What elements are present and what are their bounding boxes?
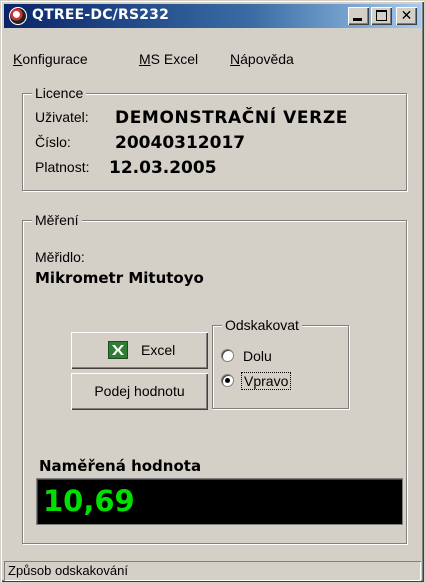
number-value: 20040312017 xyxy=(115,133,246,153)
licence-legend: Licence xyxy=(32,85,87,101)
jump-direction-legend: Odskakovat xyxy=(222,317,302,333)
status-bar: Způsob odskakování xyxy=(4,561,421,581)
measurement-legend: Měření xyxy=(32,212,82,228)
user-label: Uživatel: xyxy=(35,109,89,125)
minimize-icon xyxy=(353,18,362,21)
menu-bar: Konfigurace MS Excel Nápověda xyxy=(4,51,421,73)
menu-konfigurace[interactable]: Konfigurace xyxy=(13,51,88,67)
radio-vpravo-circle[interactable] xyxy=(221,374,234,387)
measured-value-display: 10,69 xyxy=(36,478,403,525)
close-button[interactable]: ✕ xyxy=(396,7,417,25)
measured-value-label: Naměřená hodnota xyxy=(39,457,202,475)
validity-row: Platnost: 12.03.2005 xyxy=(35,158,217,178)
close-icon: ✕ xyxy=(400,8,413,24)
read-value-button[interactable]: Podej hodnotu xyxy=(71,373,208,410)
excel-button[interactable]: Excel xyxy=(71,332,208,369)
app-icon[interactable] xyxy=(9,7,27,25)
measured-value: 10,69 xyxy=(43,484,135,518)
status-text: Způsob odskakování xyxy=(8,563,128,578)
number-label: Číslo: xyxy=(35,134,71,150)
gauge-label: Měřidlo: xyxy=(35,249,85,265)
menu-konfigurace-rest: onfigurace xyxy=(22,51,88,67)
title-bar[interactable]: QTREE-DC/RS232 ✕ xyxy=(4,4,421,28)
jump-direction-group: Odskakovat Dolu Vpravo xyxy=(212,317,349,409)
maximize-button[interactable] xyxy=(371,7,392,25)
validity-value: 12.03.2005 xyxy=(109,158,217,178)
user-value: DEMONSTRAČNÍ VERZE xyxy=(115,108,348,128)
excel-icon xyxy=(108,341,128,359)
minimize-button[interactable] xyxy=(348,7,369,25)
window-title: QTREE-DC/RS232 xyxy=(32,7,170,23)
validity-label: Platnost: xyxy=(35,159,90,175)
measurement-group: Měření Měřidlo: Mikrometr Mitutoyo Excel… xyxy=(22,212,407,544)
radio-vpravo-label[interactable]: Vpravo xyxy=(241,372,292,390)
app-window: QTREE-DC/RS232 ✕ Konfigurace MS Excel Ná… xyxy=(0,0,425,583)
radio-dolu-label[interactable]: Dolu xyxy=(243,348,272,364)
menu-ms-excel[interactable]: MS Excel xyxy=(139,51,198,67)
gauge-value: Mikrometr Mitutoyo xyxy=(35,269,204,287)
menu-ms-excel-rest: S Excel xyxy=(150,51,199,67)
radio-dolu-circle[interactable] xyxy=(221,349,234,362)
user-row: Uživatel: DEMONSTRAČNÍ VERZE xyxy=(35,108,347,128)
licence-group: Licence Uživatel: DEMONSTRAČNÍ VERZE Čís… xyxy=(22,85,407,191)
menu-napoveda-rest: ápověda xyxy=(240,51,294,67)
excel-button-label: Excel xyxy=(141,342,176,358)
menu-napoveda[interactable]: Nápověda xyxy=(230,51,294,67)
maximize-icon xyxy=(376,10,387,21)
number-row: Číslo: 20040312017 xyxy=(35,133,245,153)
